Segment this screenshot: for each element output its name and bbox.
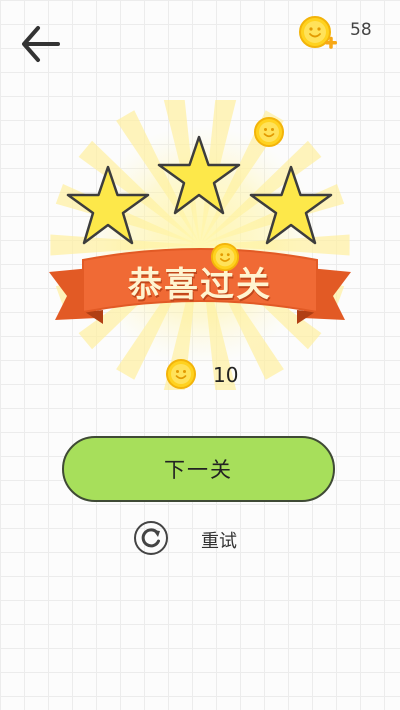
- back-button[interactable]: [18, 22, 64, 66]
- star-icon: [249, 165, 333, 245]
- coin-icon: [166, 359, 196, 389]
- coin-count: 58: [350, 20, 372, 40]
- level-complete-title: 恭喜过关: [128, 265, 272, 305]
- back-arrow-icon: [22, 26, 60, 62]
- coin-counter[interactable]: 58: [298, 14, 388, 54]
- retry-button[interactable]: 重试: [133, 518, 273, 558]
- star-rating: [66, 135, 333, 245]
- coin-reward: 10: [165, 358, 265, 392]
- coin-plus-icon: [299, 16, 337, 49]
- retry-icon: [134, 521, 168, 555]
- coin-icon: [210, 242, 240, 272]
- coin-icon: [254, 117, 284, 147]
- next-level-button[interactable]: 下一关: [62, 436, 335, 502]
- retry-label: 重试: [201, 531, 237, 552]
- reward-amount: 10: [213, 363, 239, 387]
- star-icon: [157, 135, 241, 215]
- star-icon: [66, 165, 150, 245]
